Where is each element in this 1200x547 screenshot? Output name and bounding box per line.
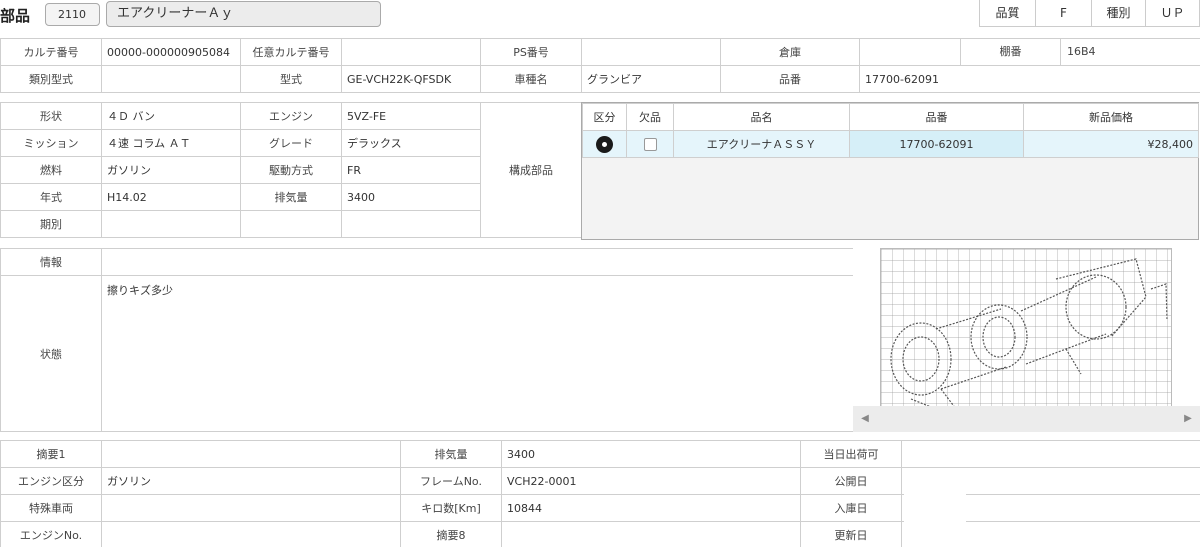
bottom-displacement-label: 排気量 <box>400 440 502 468</box>
part-code-field[interactable]: 2110 <box>45 3 100 26</box>
year-value: H14.02 <box>101 183 241 211</box>
shelf-value: 16B4 <box>1067 45 1096 58</box>
summary1-value <box>101 440 401 468</box>
empty-label <box>240 210 342 238</box>
shelf-label: 棚番 <box>962 39 1061 65</box>
opt-karte-value <box>341 38 481 66</box>
special-label: 特殊車両 <box>0 494 102 522</box>
empty-value <box>341 210 481 238</box>
component-name: エアクリーナＡＳＳＹ <box>673 130 850 158</box>
mission-label: ミッション <box>0 129 102 157</box>
engine-no-value <box>101 521 401 547</box>
karte-info-table: カルテ番号 00000-000000905084 任意カルテ番号 PS番号 倉庫… <box>0 38 1200 93</box>
summary8-label: 摘要8 <box>400 521 502 547</box>
part-image-panel: ◀ ▶ <box>853 248 1200 432</box>
car-name-value: グランビア <box>581 65 721 93</box>
header-attributes: 品質 F 種別 ＵＰ <box>979 0 1200 27</box>
km-value: 10844 <box>501 494 801 522</box>
shape-value: ４Ｄ バン <box>101 102 241 130</box>
fuel-label: 燃料 <box>0 156 102 184</box>
engine-value: 5VZ-FE <box>341 102 481 130</box>
publish-label: 公開日 <box>800 467 902 495</box>
col-header-price: 新品価格 <box>1023 103 1199 131</box>
engine-type-value: ガソリン <box>101 467 401 495</box>
shelf-cell: 棚番 16B4 <box>960 38 1200 66</box>
bottom-displacement-value: 3400 <box>501 440 801 468</box>
frame-value: VCH22-0001 <box>501 467 801 495</box>
image-scrollbar[interactable]: ◀ ▶ <box>853 406 1200 432</box>
condition-label: 状態 <box>0 275 102 432</box>
drive-value: FR <box>341 156 481 184</box>
class-type-label: 類別型式 <box>0 65 102 93</box>
displacement-value: 3400 <box>341 183 481 211</box>
engine-type-label: エンジン区分 <box>0 467 102 495</box>
stock-label: 入庫日 <box>800 494 902 522</box>
opt-karte-label: 任意カルテ番号 <box>240 38 342 66</box>
warehouse-label: 倉庫 <box>720 38 860 66</box>
warehouse-value <box>859 38 961 66</box>
part-image <box>880 248 1172 408</box>
frame-label: フレームNo. <box>400 467 502 495</box>
air-cleaner-diagram <box>881 249 1171 407</box>
same-day-label: 当日出荷可 <box>800 440 902 468</box>
part-no-value: 17700-62091 <box>859 65 1200 93</box>
fuel-value: ガソリン <box>101 156 241 184</box>
components-label: 構成部品 <box>480 102 582 238</box>
missing-cell <box>626 130 674 158</box>
col-header-missing: 欠品 <box>626 103 674 131</box>
engine-label: エンジン <box>240 102 342 130</box>
info-value <box>101 248 854 276</box>
summary1-label: 摘要1 <box>0 440 102 468</box>
karte-no-label: カルテ番号 <box>0 38 102 66</box>
shape-label: 形状 <box>0 102 102 130</box>
additional-info-table: 摘要1 排気量 3400 当日出荷可 エンジン区分 ガソリン フレームNo. V… <box>0 440 1200 547</box>
displacement-label: 排気量 <box>240 183 342 211</box>
part-name-field[interactable]: エアクリーナーＡｙ <box>106 1 381 27</box>
quality-value: F <box>1036 0 1092 27</box>
model-value: GE-VCH22K-QFSDK <box>341 65 481 93</box>
summary8-value <box>501 521 801 547</box>
condition-value: 擦りキズ多少 <box>101 275 854 432</box>
ps-value <box>581 38 721 66</box>
period-value <box>101 210 241 238</box>
special-value <box>101 494 401 522</box>
same-day-value <box>901 440 1200 468</box>
col-header-category: 区分 <box>582 103 627 131</box>
col-header-name: 品名 <box>673 103 850 131</box>
km-label: キロ数[Km] <box>400 494 502 522</box>
vehicle-spec-table: 形状 ４Ｄ バン エンジン 5VZ-FE 構成部品 ミッション ４速 コラム Ａ… <box>0 102 582 238</box>
class-type-value <box>101 65 241 93</box>
kind-value: ＵＰ <box>1146 0 1200 27</box>
info-label: 情報 <box>0 248 102 276</box>
ps-label: PS番号 <box>480 38 582 66</box>
grade-label: グレード <box>240 129 342 157</box>
car-name-label: 車種名 <box>480 65 582 93</box>
components-table: 区分 欠品 品名 品番 新品価格 エアクリーナＡＳＳＹ 17700-62091 … <box>581 102 1199 240</box>
kind-label: 種別 <box>1092 0 1146 27</box>
model-label: 型式 <box>240 65 342 93</box>
period-label: 期別 <box>0 210 102 238</box>
updated-label: 更新日 <box>800 521 902 547</box>
chevron-left-icon[interactable]: ◀ <box>853 406 877 432</box>
page-title: 部品 <box>0 7 31 25</box>
disc-icon <box>596 135 613 153</box>
year-label: 年式 <box>0 183 102 211</box>
col-header-number: 品番 <box>849 103 1024 131</box>
chevron-right-icon[interactable]: ▶ <box>1176 406 1200 432</box>
component-number: 17700-62091 <box>849 130 1024 158</box>
karte-no-value: 00000-000000905084 <box>101 38 241 66</box>
mission-value: ４速 コラム ＡＴ <box>101 129 241 157</box>
engine-no-label: エンジンNo. <box>0 521 102 547</box>
grade-value: デラックス <box>341 129 481 157</box>
category-cell <box>582 130 627 158</box>
table-row[interactable]: エアクリーナＡＳＳＹ 17700-62091 ¥28,400 <box>582 130 1199 158</box>
drive-label: 駆動方式 <box>240 156 342 184</box>
masked-area <box>904 470 966 547</box>
missing-checkbox[interactable] <box>643 137 657 151</box>
component-price: ¥28,400 <box>1023 130 1199 158</box>
part-no-label: 品番 <box>720 65 860 93</box>
notes-table: 情報 状態 擦りキズ多少 <box>0 248 854 432</box>
quality-label: 品質 <box>980 0 1036 27</box>
